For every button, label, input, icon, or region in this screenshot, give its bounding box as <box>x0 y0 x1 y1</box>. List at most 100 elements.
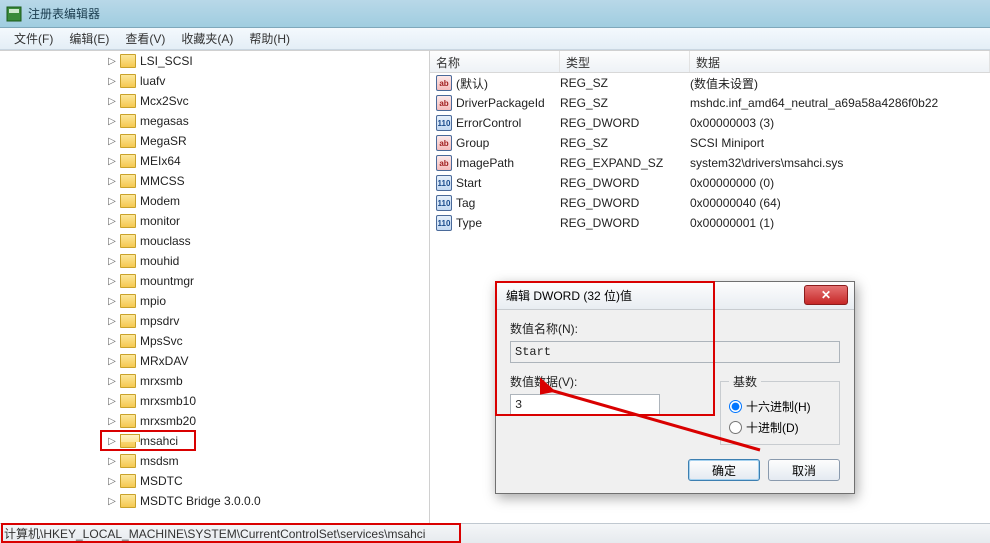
radio-dec-row[interactable]: 十进制(D) <box>729 419 831 436</box>
list-header: 名称 类型 数据 <box>430 51 990 73</box>
tree-item-mpio[interactable]: ▷ mpio <box>0 291 429 311</box>
cancel-button[interactable]: 取消 <box>768 459 840 481</box>
tree-item-mpsdrv[interactable]: ▷mpsdrv <box>0 311 429 331</box>
tree-item-msdtc[interactable]: ▷MSDTC <box>0 471 429 491</box>
list-row[interactable]: 110TagREG_DWORD0x00000040 (64) <box>430 193 990 213</box>
tree-item-mmcss[interactable]: ▷ MMCSS <box>0 171 429 191</box>
chevron-right-icon[interactable]: ▷ <box>106 395 118 407</box>
chevron-right-icon[interactable]: ▷ <box>106 415 118 427</box>
tree-item-msahci[interactable]: ▷ msahci <box>0 431 429 451</box>
chevron-right-icon[interactable]: ▷ <box>106 155 118 167</box>
tree-item-mpssvc[interactable]: ▷ MpsSvc <box>0 331 429 351</box>
tree-item-megasr[interactable]: ▷MegaSR <box>0 131 429 151</box>
folder-icon <box>120 374 136 388</box>
list-row[interactable]: 110ErrorControlREG_DWORD0x00000003 (3) <box>430 113 990 133</box>
tree-item-label: Mcx2Svc <box>140 94 189 108</box>
menu-file[interactable]: 文件(F) <box>6 28 61 49</box>
data-label: 数值数据(V): <box>510 373 710 390</box>
value-type: REG_SZ <box>560 76 690 90</box>
value-data: system32\drivers\msahci.sys <box>690 156 990 170</box>
chevron-right-icon[interactable]: ▷ <box>106 175 118 187</box>
col-header-type[interactable]: 类型 <box>560 51 690 72</box>
tree-item-modem[interactable]: ▷Modem <box>0 191 429 211</box>
tree-item-mouclass[interactable]: ▷mouclass <box>0 231 429 251</box>
statusbar: 计算机\HKEY_LOCAL_MACHINE\SYSTEM\CurrentCon… <box>0 523 990 543</box>
tree-item-label: mpio <box>140 294 166 308</box>
tree-item-megasas[interactable]: ▷megasas <box>0 111 429 131</box>
chevron-right-icon[interactable]: ▷ <box>106 95 118 107</box>
tree-item-msdsm[interactable]: ▷msdsm <box>0 451 429 471</box>
chevron-right-icon[interactable]: ▷ <box>106 195 118 207</box>
chevron-right-icon[interactable]: ▷ <box>106 335 118 347</box>
tree-item-msdtc-bridge-3-0-0-0[interactable]: ▷ MSDTC Bridge 3.0.0.0 <box>0 491 429 511</box>
chevron-right-icon[interactable]: ▷ <box>106 315 118 327</box>
app-icon <box>6 6 22 22</box>
radio-dec[interactable] <box>729 421 742 434</box>
chevron-right-icon[interactable]: ▷ <box>106 215 118 227</box>
list-row[interactable]: ab(默认)REG_SZ(数值未设置) <box>430 73 990 93</box>
chevron-right-icon[interactable]: ▷ <box>106 75 118 87</box>
tree-item-monitor[interactable]: ▷monitor <box>0 211 429 231</box>
chevron-right-icon[interactable]: ▷ <box>106 495 118 507</box>
menu-edit[interactable]: 编辑(E) <box>61 28 117 49</box>
chevron-right-icon[interactable]: ▷ <box>106 135 118 147</box>
tree-item-label: MpsSvc <box>140 334 183 348</box>
folder-icon <box>120 274 136 288</box>
close-icon[interactable]: ✕ <box>804 285 848 305</box>
chevron-right-icon[interactable]: ▷ <box>106 55 118 67</box>
chevron-right-icon[interactable]: ▷ <box>106 115 118 127</box>
dialog-titlebar[interactable]: 编辑 DWORD (32 位)值 ✕ <box>496 282 854 310</box>
data-field[interactable] <box>510 394 660 416</box>
chevron-right-icon[interactable]: ▷ <box>106 355 118 367</box>
list-row[interactable]: abImagePathREG_EXPAND_SZsystem32\drivers… <box>430 153 990 173</box>
tree-item-mrxdav[interactable]: ▷MRxDAV <box>0 351 429 371</box>
folder-icon <box>120 254 136 268</box>
tree-item-luafv[interactable]: ▷luafv <box>0 71 429 91</box>
dword-value-icon: 110 <box>436 215 452 231</box>
chevron-right-icon[interactable]: ▷ <box>106 295 118 307</box>
chevron-right-icon[interactable]: ▷ <box>106 455 118 467</box>
dialog-title-text: 编辑 DWORD (32 位)值 <box>506 287 632 304</box>
tree-item-mrxsmb10[interactable]: ▷mrxsmb10 <box>0 391 429 411</box>
folder-icon <box>120 334 136 348</box>
folder-icon <box>120 54 136 68</box>
tree-item-mrxsmb20[interactable]: ▷mrxsmb20 <box>0 411 429 431</box>
chevron-right-icon[interactable]: ▷ <box>106 375 118 387</box>
tree-item-label: LSI_SCSI <box>140 54 193 68</box>
window-title: 注册表编辑器 <box>28 5 100 22</box>
list-row[interactable]: abGroupREG_SZSCSI Miniport <box>430 133 990 153</box>
radio-hex-label: 十六进制(H) <box>746 398 811 415</box>
tree-item-mouhid[interactable]: ▷ mouhid <box>0 251 429 271</box>
tree-item-label: MSDTC Bridge 3.0.0.0 <box>140 494 261 508</box>
tree-item-mcx2svc[interactable]: ▷ Mcx2Svc <box>0 91 429 111</box>
col-header-data[interactable]: 数据 <box>690 51 990 72</box>
chevron-right-icon[interactable]: ▷ <box>106 255 118 267</box>
menubar: 文件(F) 编辑(E) 查看(V) 收藏夹(A) 帮助(H) <box>0 28 990 50</box>
tree-item-mrxsmb[interactable]: ▷mrxsmb <box>0 371 429 391</box>
menu-help[interactable]: 帮助(H) <box>241 28 298 49</box>
tree-item-label: msahci <box>140 434 178 448</box>
chevron-right-icon[interactable]: ▷ <box>106 435 118 447</box>
list-row[interactable]: 110StartREG_DWORD0x00000000 (0) <box>430 173 990 193</box>
list-row[interactable]: abDriverPackageIdREG_SZmshdc.inf_amd64_n… <box>430 93 990 113</box>
col-header-name[interactable]: 名称 <box>430 51 560 72</box>
chevron-right-icon[interactable]: ▷ <box>106 475 118 487</box>
tree-pane[interactable]: ▷LSI_SCSI▷luafv▷Mcx2Svc▷megasas▷MegaSR▷M… <box>0 51 430 523</box>
value-name: DriverPackageId <box>456 96 560 110</box>
tree-item-mountmgr[interactable]: ▷mountmgr <box>0 271 429 291</box>
chevron-right-icon[interactable]: ▷ <box>106 275 118 287</box>
tree-item-meix64[interactable]: ▷MEIx64 <box>0 151 429 171</box>
tree-item-label: mouhid <box>140 254 179 268</box>
menu-view[interactable]: 查看(V) <box>117 28 173 49</box>
menu-favorites[interactable]: 收藏夹(A) <box>173 28 241 49</box>
tree-item-lsi-scsi[interactable]: ▷ LSI_SCSI <box>0 51 429 71</box>
chevron-right-icon[interactable]: ▷ <box>106 235 118 247</box>
value-type: REG_EXPAND_SZ <box>560 156 690 170</box>
radio-hex[interactable] <box>729 400 742 413</box>
radio-hex-row[interactable]: 十六进制(H) <box>729 398 831 415</box>
list-row[interactable]: 110TypeREG_DWORD0x00000001 (1) <box>430 213 990 233</box>
dword-value-icon: 110 <box>436 175 452 191</box>
value-data: 0x00000003 (3) <box>690 116 990 130</box>
ok-button[interactable]: 确定 <box>688 459 760 481</box>
tree-item-label: MMCSS <box>140 174 185 188</box>
